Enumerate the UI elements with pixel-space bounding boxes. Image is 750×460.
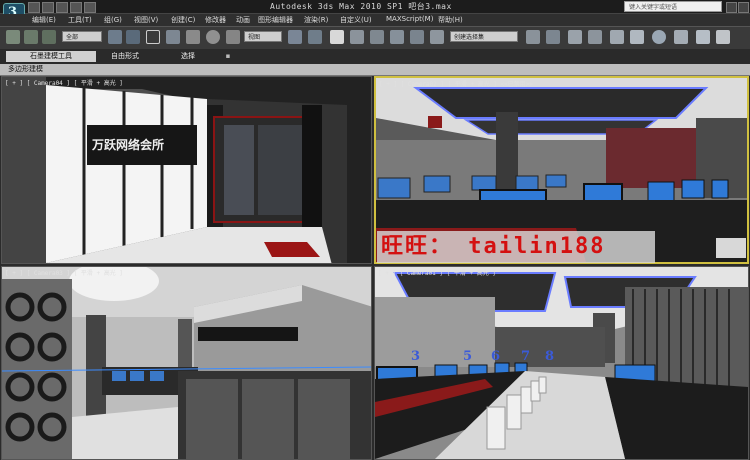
viewport-camera01[interactable]: [ + ] [ Camera01 ] [ 平滑 + 高光 ] 3 5 6 7 8 xyxy=(374,266,749,460)
edit-named-selection-icon[interactable] xyxy=(430,30,444,44)
angle-snap-icon[interactable] xyxy=(370,30,384,44)
menu-help[interactable]: 帮助(H) xyxy=(438,15,463,25)
main-toolbar: 全部 视图 创建选择集 xyxy=(0,26,750,50)
tab-selection[interactable]: 选择 xyxy=(168,51,208,62)
menu-modifiers[interactable]: 修改器 xyxy=(205,15,226,25)
menu-graph-editors[interactable]: 图形编辑器 xyxy=(258,15,293,25)
schematic-view-icon[interactable] xyxy=(630,30,644,44)
window-title: Autodesk 3ds Max 2010 SP1 吧台3.max xyxy=(270,2,452,11)
viewport-camera03[interactable]: [ + ] [ Camera03 ] [ 平滑 + 高光 ] xyxy=(1,266,372,460)
search-input[interactable]: 键入关键字或短语 xyxy=(624,1,722,12)
move-icon[interactable] xyxy=(186,30,200,44)
selection-filter-dropdown[interactable]: 全部 xyxy=(62,31,102,42)
seat-number-label: 3 xyxy=(411,349,421,364)
percent-snap-icon[interactable] xyxy=(390,30,404,44)
viewport-camera04[interactable]: [ + ] [ Camera04 ] [ 平滑 + 高光 ] 万跃网络会所 xyxy=(1,76,372,264)
quick-access-toolbar xyxy=(28,2,96,13)
bind-space-warp-icon[interactable] xyxy=(42,30,56,44)
undo-icon[interactable] xyxy=(70,2,82,13)
menu-create[interactable]: 创建(C) xyxy=(171,15,195,25)
ribbon-expand-icon[interactable]: ▪ xyxy=(222,51,234,62)
link-icon[interactable] xyxy=(6,30,20,44)
contact-watermark: 旺旺： tailin188 xyxy=(377,231,655,263)
menu-group[interactable]: 组(G) xyxy=(104,15,122,25)
menu-rendering[interactable]: 渲染(R) xyxy=(304,15,328,25)
polygon-modeling-panel[interactable]: 多边形建模 xyxy=(0,64,750,76)
reference-coordinate-dropdown[interactable]: 视图 xyxy=(244,31,282,42)
viewport-label[interactable]: [ + ] [ Camera02 ] [ 平滑 + 高光 ] <<已禁用>> xyxy=(379,79,533,88)
title-bar: 3 Autodesk 3ds Max 2010 SP1 吧台3.max 键入关键… xyxy=(0,0,750,25)
redo-icon[interactable] xyxy=(84,2,96,13)
viewport-label[interactable]: [ + ] [ Camera03 ] [ 平滑 + 高光 ] xyxy=(5,268,123,277)
select-object-icon[interactable] xyxy=(108,30,122,44)
render-production-icon[interactable] xyxy=(716,30,730,44)
scale-icon[interactable] xyxy=(226,30,240,44)
shop-sign-text: 万跃网络会所 xyxy=(91,137,164,152)
mirror-icon[interactable] xyxy=(526,30,540,44)
viewport-label[interactable]: [ + ] [ Camera01 ] [ 平滑 + 高光 ] xyxy=(378,268,496,277)
seat-number-label: 8 xyxy=(545,349,555,364)
graphite-ribbon: 石墨建模工具 自由形式 选择 ▪ xyxy=(0,49,750,63)
rectangle-selection-icon[interactable] xyxy=(146,30,160,44)
viewport-render xyxy=(375,267,748,459)
select-by-name-icon[interactable] xyxy=(126,30,140,44)
menu-animation[interactable]: 动画 xyxy=(236,15,250,25)
window-crossing-icon[interactable] xyxy=(166,30,180,44)
open-file-icon[interactable] xyxy=(42,2,54,13)
new-file-icon[interactable] xyxy=(28,2,40,13)
graphite-toggle-icon[interactable] xyxy=(588,30,602,44)
seat-number-label: 5 xyxy=(463,349,473,364)
keyboard-shortcut-icon[interactable] xyxy=(330,30,344,44)
align-icon[interactable] xyxy=(546,30,560,44)
material-editor-icon[interactable] xyxy=(652,30,666,44)
menu-edit[interactable]: 编辑(E) xyxy=(32,15,56,25)
menu-customize[interactable]: 自定义(U) xyxy=(340,15,372,25)
render-setup-icon[interactable] xyxy=(674,30,688,44)
pivot-point-icon[interactable] xyxy=(288,30,302,44)
rendered-frame-window-icon[interactable] xyxy=(696,30,710,44)
menu-view[interactable]: 视图(V) xyxy=(134,15,158,25)
close-icon[interactable] xyxy=(738,2,749,13)
viewport-label[interactable]: [ + ] [ Camera04 ] [ 平滑 + 高光 ] xyxy=(5,78,123,87)
spinner-snap-icon[interactable] xyxy=(410,30,424,44)
rotate-icon[interactable] xyxy=(206,30,220,44)
menu-tools[interactable]: 工具(T) xyxy=(68,15,92,25)
unlink-icon[interactable] xyxy=(24,30,38,44)
layer-manager-icon[interactable] xyxy=(568,30,582,44)
viewport-render: 万跃网络会所 xyxy=(2,77,371,263)
viewport-render xyxy=(2,267,371,459)
seat-number-label: 7 xyxy=(521,349,531,364)
save-icon[interactable] xyxy=(56,2,68,13)
tab-freeform[interactable]: 自由形式 xyxy=(100,51,150,62)
minimize-icon[interactable] xyxy=(726,2,737,13)
curve-editor-icon[interactable] xyxy=(610,30,624,44)
menu-bar: 编辑(E) 工具(T) 组(G) 视图(V) 创建(C) 修改器 动画 图形编辑… xyxy=(0,14,750,26)
select-manipulate-icon[interactable] xyxy=(308,30,322,44)
tab-graphite-modeling-tools[interactable]: 石墨建模工具 xyxy=(6,51,96,62)
snaps-toggle-icon[interactable] xyxy=(350,30,364,44)
menu-maxscript[interactable]: MAXScript(M) xyxy=(386,15,433,23)
named-selection-set-dropdown[interactable]: 创建选择集 xyxy=(450,31,518,42)
seat-number-label: 6 xyxy=(491,349,501,364)
